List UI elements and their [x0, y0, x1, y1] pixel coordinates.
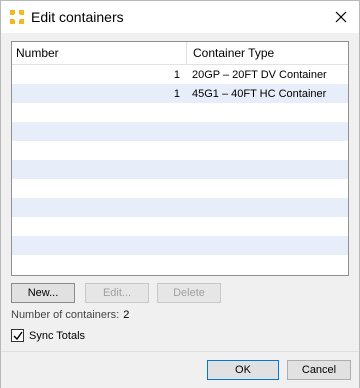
container-count: Number of containers: 2: [11, 309, 129, 321]
edit-containers-dialog: Edit containers Number Container Type 12…: [0, 0, 360, 388]
cell-container-type: 20GP – 20FT DV Container: [192, 68, 327, 81]
new-button[interactable]: New...: [11, 283, 75, 303]
sync-totals-label: Sync Totals: [29, 329, 86, 342]
edit-button[interactable]: Edit...: [85, 283, 149, 303]
cancel-button[interactable]: Cancel: [287, 360, 351, 380]
sync-totals-checkbox[interactable]: [11, 329, 24, 342]
table-row[interactable]: [12, 179, 348, 198]
cell-number: 1: [173, 87, 180, 100]
containers-table: Number Container Type 1 20GP – 20FT DV Co…: [11, 41, 349, 276]
dialog-footer: OK Cancel: [1, 351, 359, 388]
checkmark-icon: [13, 331, 23, 340]
table-row[interactable]: [12, 217, 348, 236]
table-row[interactable]: [12, 103, 348, 122]
app-icon: [10, 10, 24, 24]
column-header-number[interactable]: Number: [12, 42, 186, 64]
table-row[interactable]: [12, 122, 348, 141]
table-row[interactable]: 1 20GP – 20FT DV Container: [12, 65, 348, 84]
table-rows: 1 20GP – 20FT DV Container 1 45G1 – 40FT HC…: [12, 65, 348, 274]
container-count-value: 2: [123, 309, 130, 321]
container-count-label: Number of containers:: [11, 309, 120, 321]
table-row[interactable]: [12, 198, 348, 217]
window-title: Edit containers: [31, 9, 124, 25]
table-row[interactable]: [12, 236, 348, 255]
column-header-container-type[interactable]: Container Type: [186, 42, 348, 64]
table-row[interactable]: [12, 141, 348, 160]
cell-number: 1: [173, 68, 180, 81]
close-icon: [335, 11, 347, 23]
cell-container-type: 45G1 – 40FT HC Container: [192, 87, 327, 100]
delete-button[interactable]: Delete: [157, 283, 221, 303]
title-bar: Edit containers: [1, 1, 359, 33]
close-button[interactable]: [323, 1, 359, 33]
table-row[interactable]: [12, 255, 348, 274]
table-row[interactable]: 1 45G1 – 40FT HC Container: [12, 84, 348, 103]
table-header: Number Container Type: [12, 42, 348, 65]
sync-totals[interactable]: Sync Totals: [11, 329, 85, 342]
table-row[interactable]: [12, 160, 348, 179]
dialog-body: Number Container Type 1 20GP – 20FT DV Co…: [1, 33, 359, 351]
ok-button[interactable]: OK: [207, 360, 279, 380]
